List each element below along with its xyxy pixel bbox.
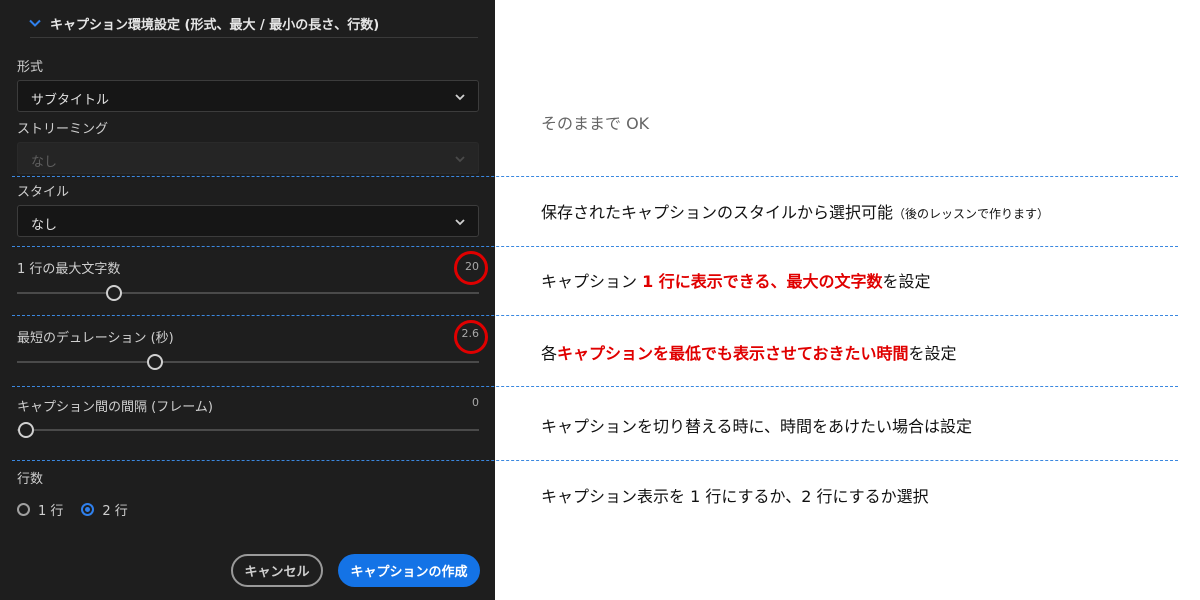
note-style-main: 保存されたキャプションのスタイルから選択可能 (541, 203, 894, 222)
highlight-circle (454, 251, 488, 285)
format-select[interactable]: サブタイトル (17, 80, 479, 112)
note-min-duration: 各キャプションを最低でも表示させておきたい時間を設定 (541, 340, 957, 364)
divider (30, 37, 478, 38)
lines-label: 行数 (17, 472, 44, 487)
highlight-circle (454, 320, 488, 354)
dashed-divider (12, 246, 1178, 247)
radio-2-lines-label: 2 行 (102, 503, 128, 519)
streaming-label: ストリーミング (17, 122, 109, 137)
max-chars-thumb[interactable] (106, 285, 122, 301)
dashed-divider (12, 315, 1178, 316)
streaming-select: なし (17, 142, 479, 174)
max-chars-label: 1 行の最大文字数 (17, 262, 121, 277)
caption-settings-panel: キャプション環境設定 (形式、最大 / 最小の長さ、行数) 形式 サブタイトル … (0, 0, 495, 600)
note-style-small: （後のレッスンで作ります） (893, 207, 1050, 221)
radio-2-lines[interactable]: 2 行 (81, 500, 128, 519)
chevron-down-icon (455, 219, 465, 226)
section-title: キャプション環境設定 (形式、最大 / 最小の長さ、行数) (50, 17, 380, 33)
note-min-duration-a: 各 (541, 344, 558, 363)
chevron-down-icon (455, 156, 465, 163)
lines-radio-group: 1 行 2 行 (17, 500, 146, 519)
note-gap: キャプションを切り替える時に、時間をあけたい場合は設定 (541, 417, 973, 436)
note-min-duration-red: キャプションを最低でも表示させておきたい時間 (557, 344, 909, 363)
min-duration-thumb[interactable] (147, 354, 163, 370)
style-value: なし (31, 218, 58, 233)
note-lines: キャプション表示を 1 行にするか、2 行にするか選択 (541, 487, 929, 506)
chevron-down-icon (455, 94, 465, 101)
radio-off-icon (17, 502, 30, 516)
dashed-divider (12, 176, 1178, 177)
gap-track[interactable] (17, 429, 479, 431)
min-duration-label: 最短のデュレーション (秒) (17, 331, 174, 346)
gap-value: 0 (472, 396, 479, 409)
note-max-chars: キャプション 1 行に表示できる、最大の文字数を設定 (541, 268, 931, 292)
max-chars-track[interactable] (17, 292, 479, 294)
chevron-down-icon (29, 19, 41, 27)
format-label: 形式 (17, 60, 44, 75)
note-format: そのままで OK (541, 114, 650, 133)
note-max-chars-b: を設定 (882, 272, 931, 291)
gap-label: キャプション間の間隔 (フレーム) (17, 400, 213, 415)
dashed-divider (12, 386, 1178, 387)
section-header[interactable]: キャプション環境設定 (形式、最大 / 最小の長さ、行数) (28, 12, 379, 34)
min-duration-track[interactable] (17, 361, 479, 363)
format-value: サブタイトル (31, 93, 110, 108)
note-style: 保存されたキャプションのスタイルから選択可能（後のレッスンで作ります） (541, 199, 1049, 223)
style-select[interactable]: なし (17, 205, 479, 237)
style-label: スタイル (17, 185, 70, 200)
cancel-button[interactable]: キャンセル (231, 554, 323, 587)
radio-1-line-label: 1 行 (38, 503, 64, 519)
dashed-divider (12, 460, 1178, 461)
gap-thumb[interactable] (18, 422, 34, 438)
note-min-duration-b: を設定 (908, 344, 957, 363)
radio-on-icon (81, 502, 95, 516)
streaming-value: なし (31, 155, 58, 170)
create-captions-button[interactable]: キャプションの作成 (338, 554, 480, 587)
note-max-chars-red: 1 行に表示できる、最大の文字数 (642, 272, 883, 291)
radio-1-line[interactable]: 1 行 (17, 500, 63, 519)
note-max-chars-a: キャプション (541, 272, 643, 291)
